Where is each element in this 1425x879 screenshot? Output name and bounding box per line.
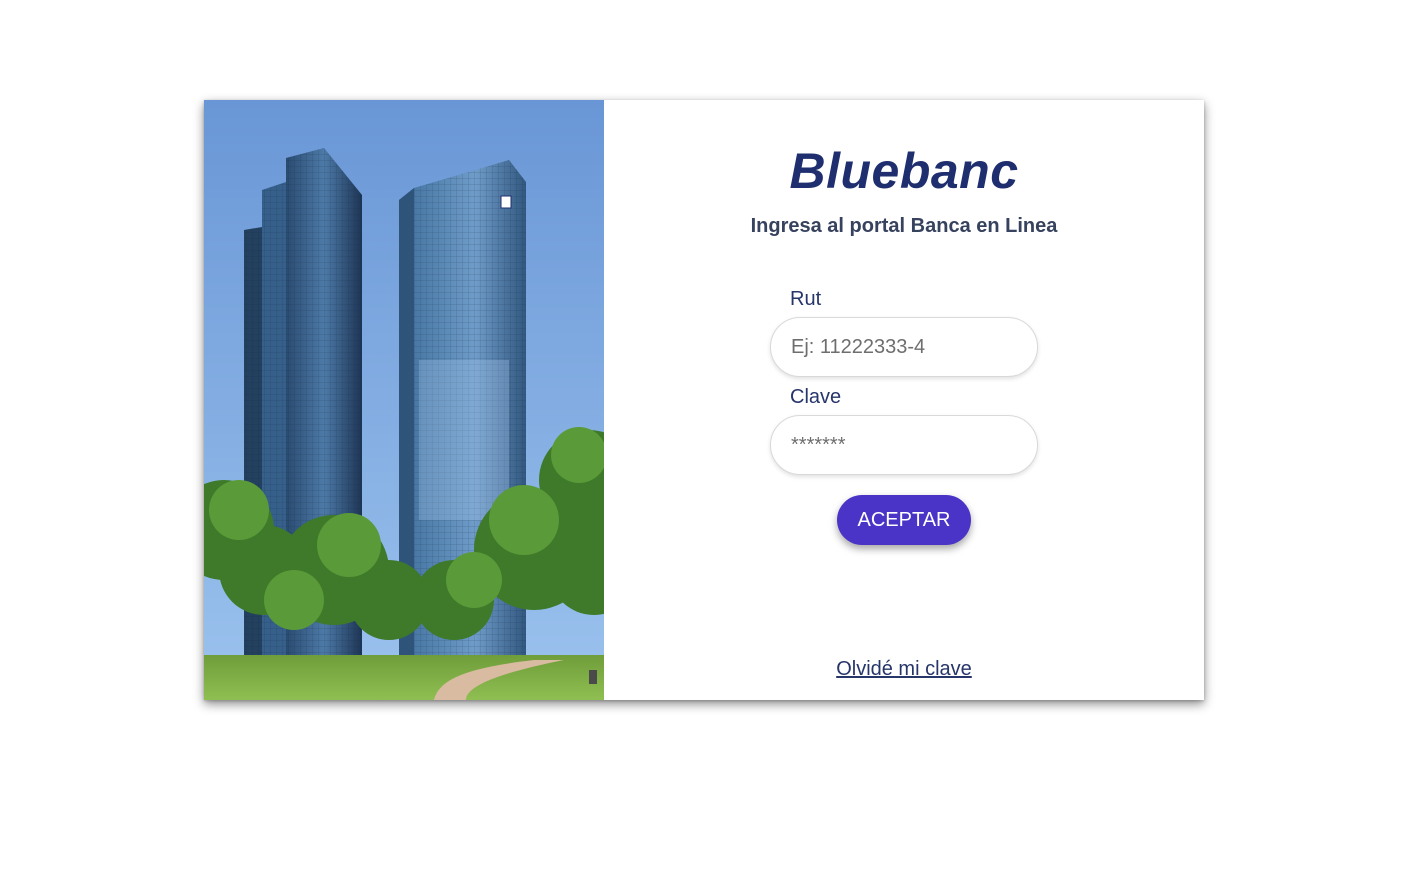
forgot-password-container: Olvidé mi clave [604, 658, 1204, 681]
login-subtitle: Ingresa al portal Banca en Linea [750, 215, 1058, 237]
rut-input[interactable] [770, 317, 1038, 377]
rut-label: Rut [790, 288, 822, 310]
login-panel: Bluebanc Ingresa al portal Banca en Line… [604, 100, 1204, 700]
clave-label: Clave [790, 386, 842, 408]
accept-button[interactable]: ACEPTAR [837, 495, 971, 545]
forgot-password-link[interactable]: Olvidé mi clave [836, 658, 972, 680]
brand-logo: Bluebanc [789, 143, 1019, 199]
login-card: Bluebanc Ingresa al portal Banca en Line… [204, 100, 1204, 700]
bank-towers-photo [204, 100, 604, 700]
clave-input[interactable] [770, 415, 1038, 475]
